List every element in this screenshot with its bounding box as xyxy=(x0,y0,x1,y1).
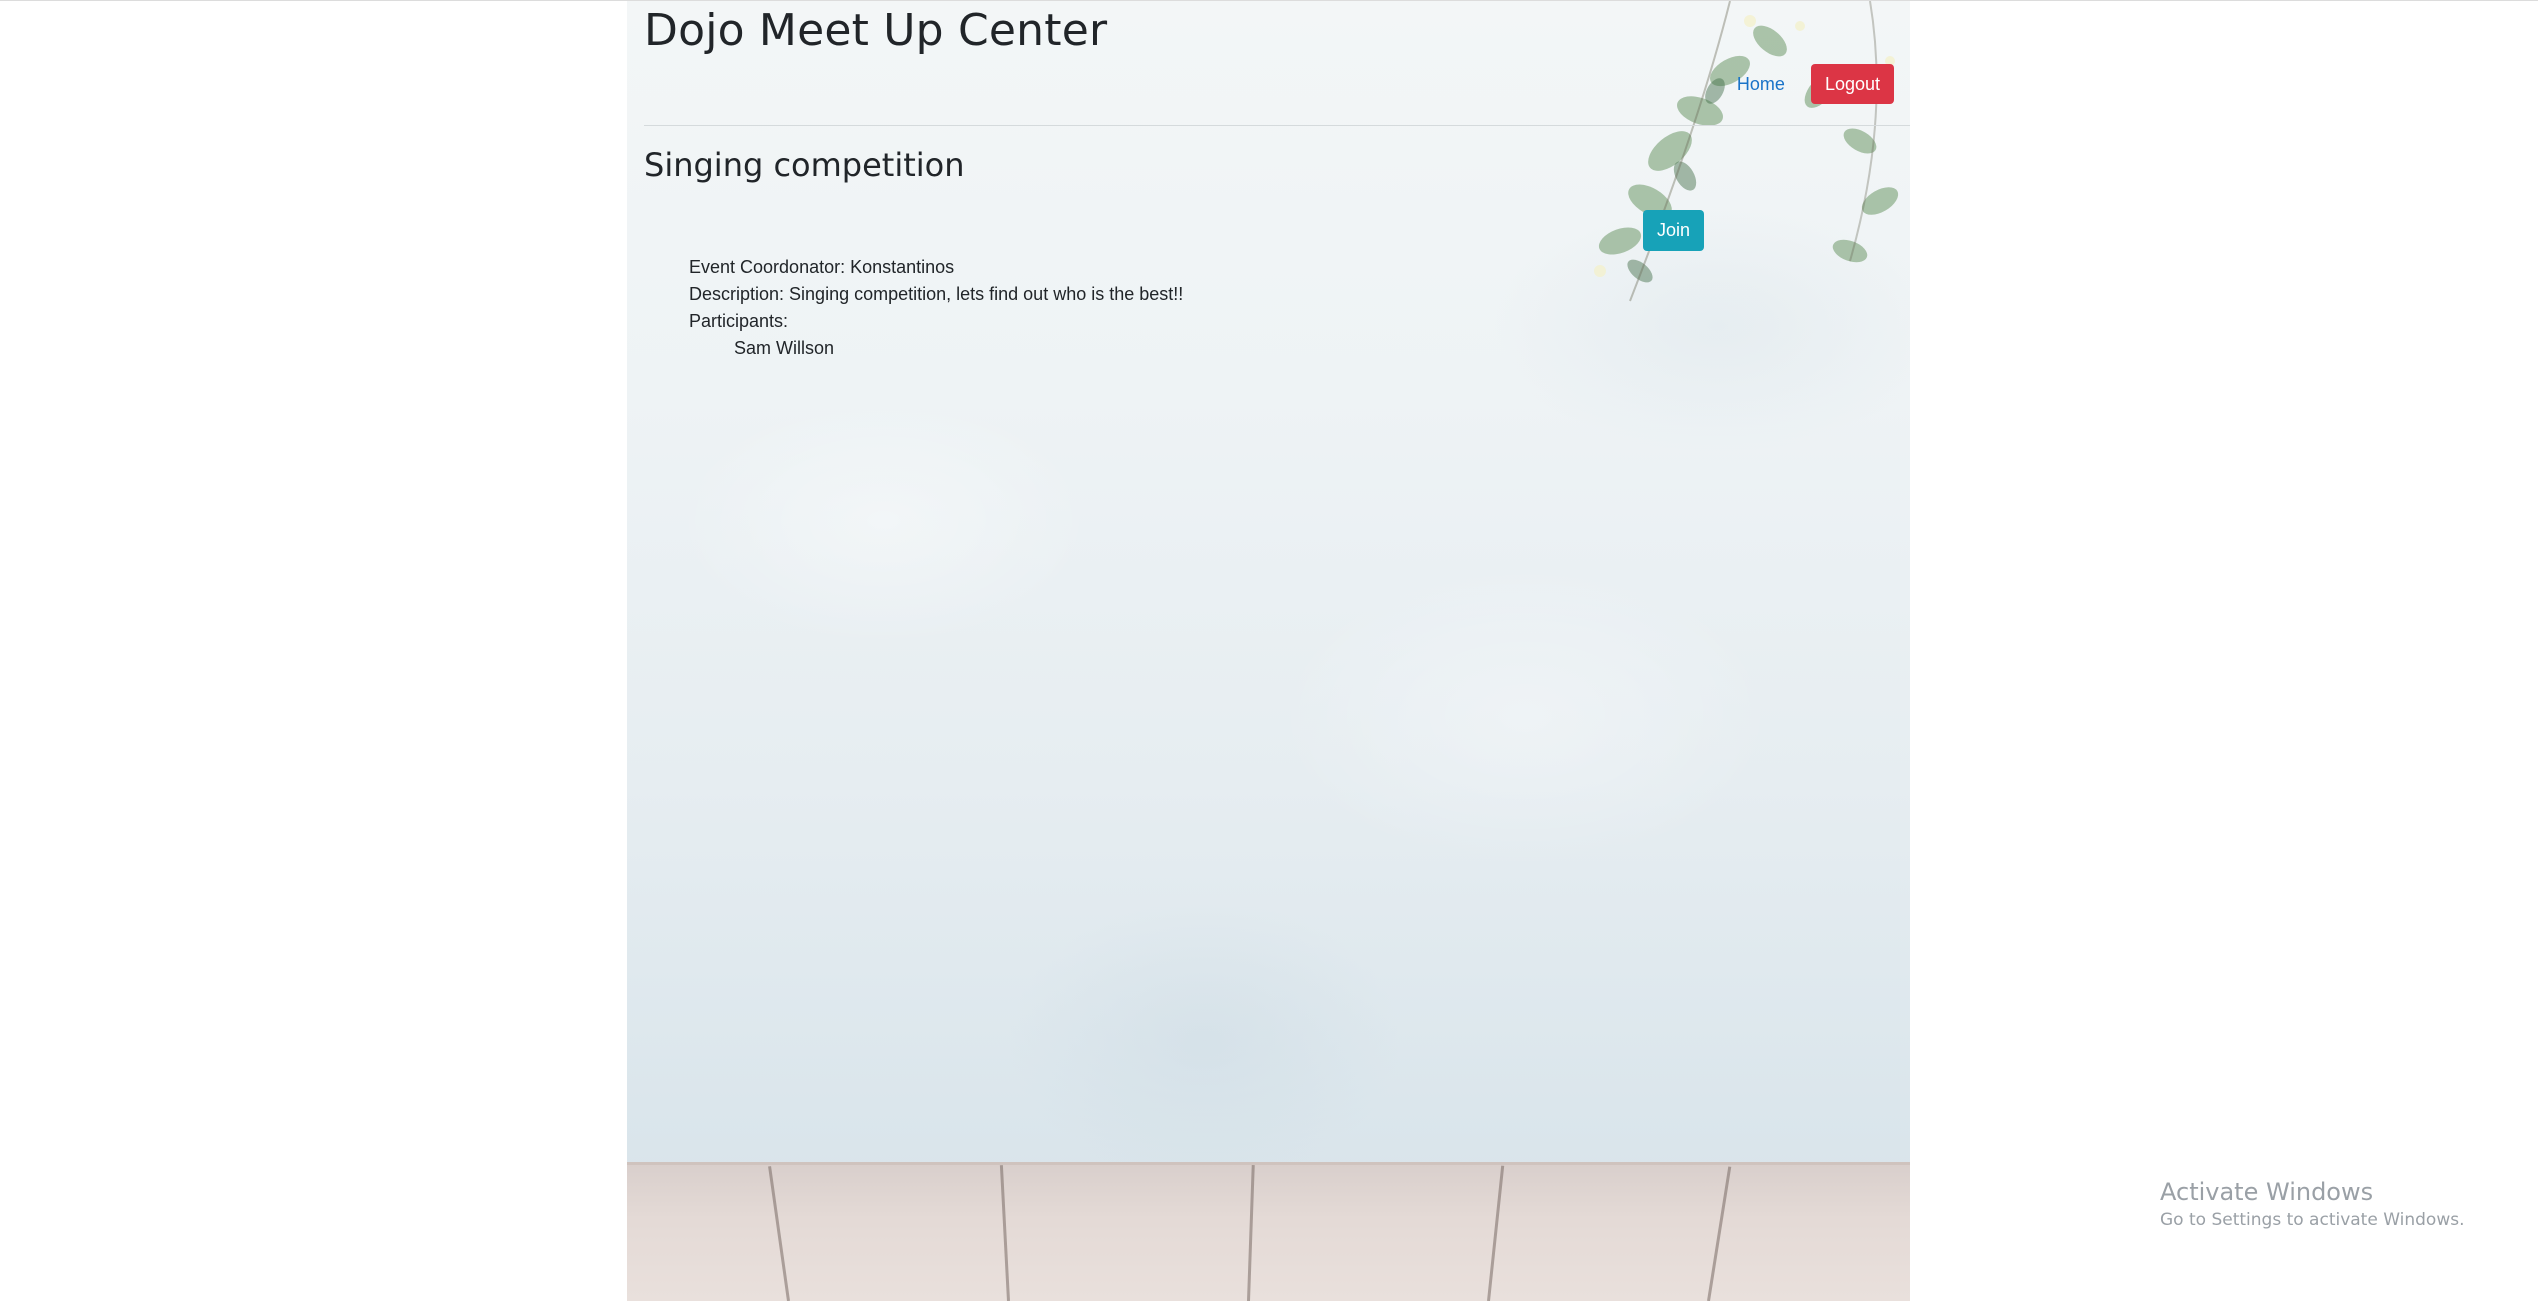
site-title: Dojo Meet Up Center xyxy=(644,5,1108,56)
event-details: Event Coordonator: Konstantinos Descript… xyxy=(689,254,1183,362)
activate-windows-watermark: Activate Windows Go to Settings to activ… xyxy=(2160,1178,2465,1230)
floor-plank-line xyxy=(768,1166,790,1301)
event-description: Description: Singing competition, lets f… xyxy=(689,284,1184,304)
floor-plank-line xyxy=(1707,1166,1732,1301)
logout-button[interactable]: Logout xyxy=(1810,64,1894,104)
floor-plank-line xyxy=(999,1165,1010,1301)
participants-label: Participants: xyxy=(689,311,789,331)
top-nav: Home Logout xyxy=(1737,64,1894,104)
floor-plank-line xyxy=(1247,1165,1255,1301)
home-link[interactable]: Home xyxy=(1737,74,1785,95)
wall-background xyxy=(627,1,1910,1301)
join-button[interactable]: Join xyxy=(1643,210,1705,251)
participant-item: Sam Willson xyxy=(734,338,835,358)
header-divider xyxy=(644,125,1910,126)
wooden-floor xyxy=(627,1162,1910,1301)
activate-windows-title: Activate Windows xyxy=(2160,1178,2374,1206)
activate-windows-subtitle: Go to Settings to activate Windows. xyxy=(2160,1210,2465,1230)
page-container: Dojo Meet Up Center Home Logout Singing … xyxy=(627,1,1910,1301)
event-title: Singing competition xyxy=(644,146,965,184)
floor-plank-line xyxy=(1487,1165,1505,1301)
participants-list: Sam Willson xyxy=(689,335,1183,362)
event-coordinator: Event Coordonator: Konstantinos xyxy=(689,257,955,277)
